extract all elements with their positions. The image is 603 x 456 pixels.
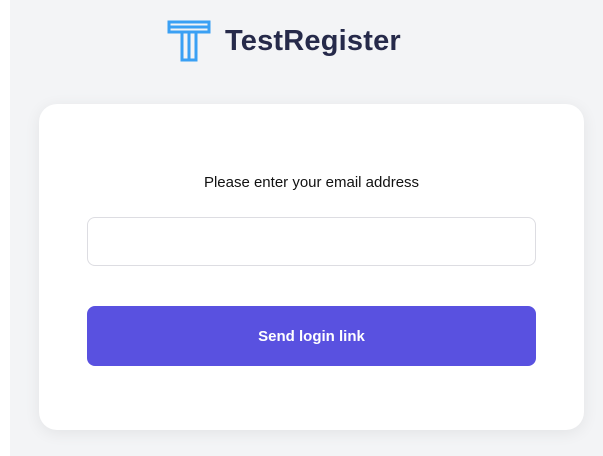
login-card: Please enter your email address Send log… (39, 104, 584, 430)
brand-name: TestRegister (225, 24, 401, 57)
email-input[interactable] (87, 217, 536, 266)
send-login-link-button[interactable]: Send login link (87, 306, 536, 366)
email-prompt-label: Please enter your email address (203, 174, 420, 191)
testregister-logo-icon (167, 20, 211, 62)
brand-header: TestRegister (167, 16, 401, 66)
